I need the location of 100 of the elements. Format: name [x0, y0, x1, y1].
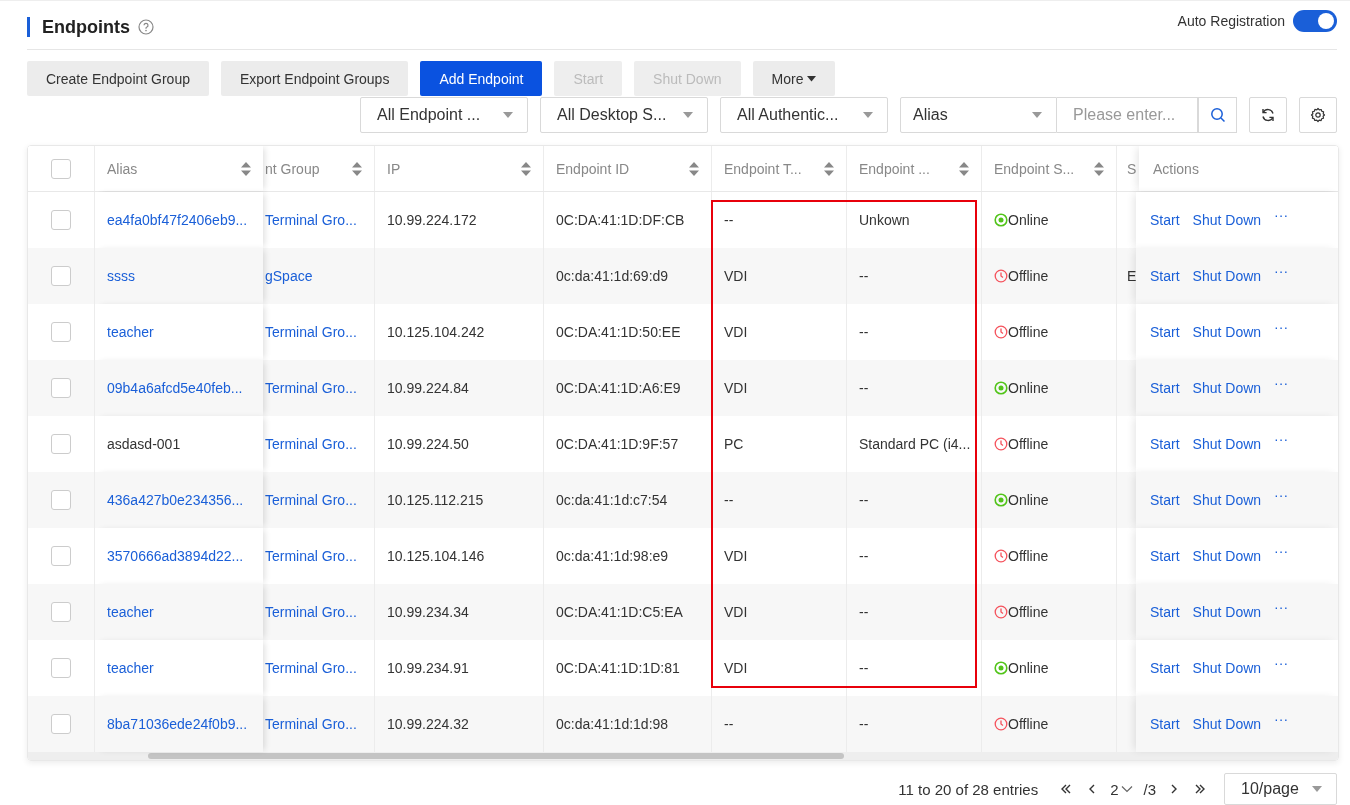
action-link[interactable]: Shut Down [1192, 324, 1262, 340]
column-header[interactable]: Endpoint ... [859, 160, 930, 177]
group-link[interactable]: Terminal Gro... [265, 212, 357, 228]
group-link[interactable]: Terminal Gro... [265, 492, 357, 508]
group-link[interactable]: Terminal Gro... [265, 548, 357, 564]
filter-dropdown[interactable]: All Desktop S... [540, 97, 708, 133]
action-link[interactable]: Shut Down [1192, 212, 1262, 228]
refresh-icon [1260, 107, 1276, 123]
checkbox[interactable] [51, 490, 71, 510]
column-header[interactable]: Endpoint T... [724, 160, 802, 177]
caret-icon [1312, 786, 1322, 792]
toolbar-button[interactable]: Add Endpoint [420, 61, 543, 96]
table-cell: -- [859, 660, 869, 676]
more-actions-link[interactable]: ··· [1274, 431, 1289, 447]
refresh-button[interactable] [1249, 97, 1287, 133]
group-link[interactable]: gSpace [265, 268, 313, 284]
alias-link[interactable]: teacher [107, 604, 154, 620]
table-cell: -- [859, 380, 869, 396]
checkbox[interactable] [51, 546, 71, 566]
action-link[interactable]: Shut Down [1192, 436, 1262, 452]
checkbox[interactable] [51, 266, 71, 286]
filter-dropdown[interactable]: All Authentic... [720, 97, 888, 133]
alias-link[interactable]: ea4fa0bf47f2406eb9... [107, 212, 248, 228]
more-actions-link[interactable]: ··· [1274, 599, 1289, 615]
table-cell: 0C:DA:41:1D:50:EE [556, 324, 681, 340]
action-link[interactable]: Start [1150, 548, 1180, 564]
table-cell: -- [724, 492, 734, 508]
checkbox[interactable] [51, 158, 71, 179]
column-header[interactable]: Endpoint S... [994, 160, 1075, 177]
column-header[interactable]: IP [387, 160, 401, 177]
caret-icon [1032, 112, 1042, 118]
column-header[interactable]: nt Group [265, 160, 320, 177]
checkbox[interactable] [51, 378, 71, 398]
action-link[interactable]: Shut Down [1192, 716, 1262, 732]
page-selector[interactable]: 2 [1110, 780, 1134, 798]
checkbox[interactable] [51, 434, 71, 454]
more-actions-link[interactable]: ··· [1274, 207, 1289, 223]
toggle-switch[interactable] [1293, 10, 1337, 32]
group-link[interactable]: Terminal Gro... [265, 604, 357, 620]
status-text: Online [1008, 660, 1049, 676]
settings-button[interactable] [1299, 97, 1337, 133]
table-cell: 0c:da:41:1d:1d:98 [556, 716, 669, 732]
action-link[interactable]: Start [1150, 324, 1180, 340]
alias-link[interactable]: 09b4a6afcd5e40feb... [107, 380, 243, 396]
action-link[interactable]: Shut Down [1192, 268, 1262, 284]
more-actions-link[interactable]: ··· [1274, 319, 1289, 335]
caret-icon [503, 112, 513, 118]
action-link[interactable]: Start [1150, 268, 1180, 284]
alias-link[interactable]: teacher [107, 324, 154, 340]
search-button[interactable] [1198, 97, 1237, 133]
more-actions-link[interactable]: ··· [1274, 263, 1289, 279]
menu-button[interactable]: More [752, 61, 836, 96]
group-link[interactable]: Terminal Gro... [265, 660, 357, 676]
group-link[interactable]: Terminal Gro... [265, 436, 357, 452]
action-link[interactable]: Start [1150, 660, 1180, 676]
more-actions-link[interactable]: ··· [1274, 543, 1289, 559]
more-actions-link[interactable]: ··· [1274, 655, 1289, 671]
column-header[interactable]: Actions [1153, 160, 1199, 177]
checkbox[interactable] [51, 210, 71, 230]
column-header[interactable]: Alias [107, 160, 138, 177]
toolbar-button[interactable]: Export Endpoint Groups [221, 61, 409, 96]
column-header[interactable]: S [1127, 160, 1137, 177]
action-link[interactable]: Shut Down [1192, 492, 1262, 508]
status-text: Offline [1008, 324, 1049, 340]
filter-dropdown[interactable]: All Endpoint ... [360, 97, 528, 133]
status-text: Offline [1008, 604, 1049, 620]
table-cell: VDI [724, 268, 748, 284]
page-size-dropdown[interactable]: 10/page [1224, 773, 1337, 805]
action-link[interactable]: Start [1150, 604, 1180, 620]
action-link[interactable]: Shut Down [1192, 548, 1262, 564]
action-link[interactable]: Start [1150, 436, 1180, 452]
action-link[interactable]: Shut Down [1192, 604, 1262, 620]
search-field[interactable]: Please enter... [1057, 97, 1198, 133]
group-link[interactable]: Terminal Gro... [265, 716, 357, 732]
action-link[interactable]: Start [1150, 716, 1180, 732]
action-link[interactable]: Start [1150, 212, 1180, 228]
checkbox[interactable] [51, 322, 71, 342]
toolbar-button[interactable]: Create Endpoint Group [27, 61, 209, 96]
checkbox[interactable] [51, 658, 71, 678]
action-link[interactable]: Shut Down [1192, 660, 1262, 676]
field-dropdown[interactable]: Alias [900, 97, 1057, 133]
action-link[interactable]: Start [1150, 380, 1180, 396]
alias-link[interactable]: 436a427b0e234356... [107, 492, 244, 508]
alias-link[interactable]: teacher [107, 660, 154, 676]
more-actions-link[interactable]: ··· [1274, 711, 1289, 727]
table-cell: 0c:da:41:1d:69:d9 [556, 268, 669, 284]
group-link[interactable]: Terminal Gro... [265, 380, 357, 396]
action-link[interactable]: Start [1150, 492, 1180, 508]
scrollbar-thumb[interactable] [148, 753, 844, 759]
more-actions-link[interactable]: ··· [1274, 375, 1289, 391]
alias-link[interactable]: 8ba71036ede24f0b9... [107, 716, 248, 732]
more-actions-link[interactable]: ··· [1274, 487, 1289, 503]
action-link[interactable]: Shut Down [1192, 380, 1262, 396]
checkbox[interactable] [51, 602, 71, 622]
table-cell: 10.99.224.32 [387, 716, 469, 732]
alias-link[interactable]: ssss [107, 268, 135, 284]
group-link[interactable]: Terminal Gro... [265, 324, 357, 340]
column-header[interactable]: Endpoint ID [556, 160, 630, 177]
alias-link[interactable]: 3570666ad3894d22... [107, 548, 244, 564]
checkbox[interactable] [51, 714, 71, 734]
